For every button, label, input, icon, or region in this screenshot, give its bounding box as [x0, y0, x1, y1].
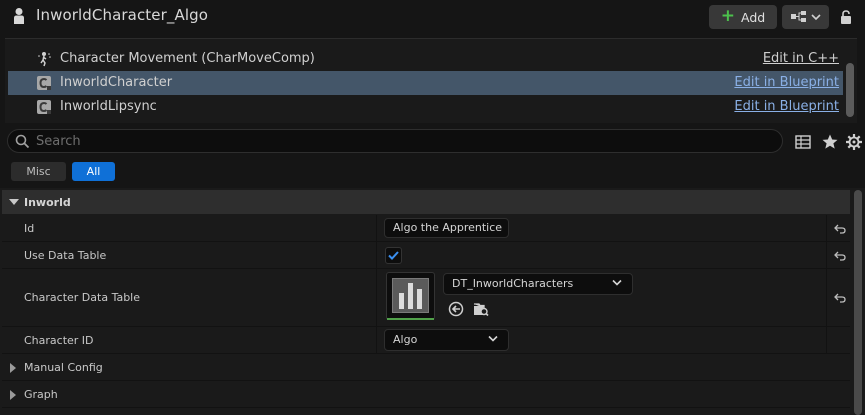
collapsed-arrow-icon — [10, 390, 16, 400]
section-graph[interactable]: Graph — [2, 381, 850, 408]
component-label: InworldLipsync — [60, 99, 157, 114]
edit-in-cpp-link[interactable]: Edit in C++ — [763, 51, 839, 66]
property-name: Character ID — [24, 334, 94, 347]
hierarchy-icon — [790, 11, 806, 22]
section-label: Graph — [24, 388, 58, 401]
window-title: InworldCharacter_Algo — [36, 6, 209, 24]
search-input[interactable] — [36, 133, 736, 149]
reset-to-default-icon[interactable] — [834, 251, 846, 261]
property-row-character-data-table: Character Data Table DT_InworldCharacter… — [2, 269, 850, 327]
data-table-asset-icon — [392, 278, 429, 313]
hierarchy-options-button[interactable] — [782, 5, 829, 29]
character-movement-icon — [38, 52, 51, 67]
property-row-id: Id Algo the Apprentice — [2, 215, 850, 242]
data-table-asset-picker[interactable]: DT_InworldCharacters — [443, 273, 633, 295]
expand-arrow-icon — [9, 199, 19, 205]
chevron-down-icon — [488, 335, 498, 342]
bar-graph-icon — [399, 283, 422, 309]
title-bar: InworldCharacter_Algo + Add — [0, 0, 865, 33]
favorites-star-icon[interactable] — [821, 133, 839, 151]
property-row-character-id: Character ID Algo — [2, 327, 850, 354]
section-manual-config[interactable]: Manual Config — [2, 354, 850, 381]
column-divider — [826, 269, 827, 326]
id-text-field[interactable]: Algo the Apprentice — [384, 218, 509, 238]
component-label: InworldCharacter — [60, 75, 173, 90]
search-icon — [15, 134, 30, 149]
components-scrollbar[interactable] — [846, 63, 854, 117]
category-label: Inworld — [24, 196, 71, 209]
selected-character-id: Algo — [393, 333, 418, 346]
property-name: Id — [24, 222, 35, 235]
use-data-table-checkbox[interactable] — [385, 247, 402, 264]
asset-type-color-bar — [387, 318, 434, 320]
class-c-icon — [37, 100, 51, 114]
tab-misc[interactable]: Misc — [11, 162, 66, 181]
components-panel: Character Movement (CharMoveComp) Edit i… — [5, 38, 857, 123]
section-label: Manual Config — [24, 361, 103, 374]
edit-in-blueprint-link[interactable]: Edit in Blueprint — [734, 99, 839, 114]
reset-to-default-icon[interactable] — [834, 224, 846, 234]
tab-all[interactable]: All — [72, 162, 115, 181]
data-table-thumbnail[interactable] — [386, 272, 435, 320]
component-row-character-movement[interactable]: Character Movement (CharMoveComp) Edit i… — [8, 47, 843, 71]
property-row-use-data-table: Use Data Table — [2, 242, 850, 269]
checkmark-icon — [388, 251, 399, 260]
add-button-label: Add — [741, 9, 766, 25]
settings-gear-icon[interactable] — [845, 133, 863, 151]
chevron-down-icon — [810, 14, 821, 21]
column-divider — [376, 242, 377, 268]
pawn-icon — [14, 8, 24, 24]
component-row-inworld-lipsync[interactable]: InworldLipsync Edit in Blueprint — [8, 95, 843, 119]
chevron-down-icon — [612, 279, 622, 286]
property-name: Character Data Table — [24, 291, 141, 304]
column-divider — [376, 215, 377, 241]
class-c-icon — [37, 76, 51, 90]
property-name: Use Data Table — [24, 249, 107, 262]
unlock-icon — [841, 9, 851, 24]
column-divider — [826, 215, 827, 241]
collapsed-arrow-icon — [10, 363, 16, 373]
details-scrollbar[interactable] — [854, 190, 862, 415]
details-panel: Inworld Id Algo the Apprentice Use Data … — [0, 188, 865, 415]
category-header-inworld[interactable]: Inworld — [2, 190, 850, 214]
column-divider — [826, 242, 827, 268]
column-divider — [376, 269, 377, 326]
lock-button[interactable] — [835, 5, 857, 29]
plus-icon: + — [720, 5, 736, 26]
add-component-button[interactable]: + Add — [709, 5, 777, 29]
character-id-dropdown[interactable]: Algo — [384, 329, 509, 351]
edit-in-blueprint-link[interactable]: Edit in Blueprint — [734, 75, 839, 90]
component-row-inworld-character[interactable]: InworldCharacter Edit in Blueprint — [8, 71, 843, 95]
selected-asset-label: DT_InworldCharacters — [452, 277, 574, 290]
use-selected-asset-icon[interactable] — [448, 301, 464, 317]
details-search-box[interactable] — [7, 129, 783, 153]
component-label: Character Movement (CharMoveComp) — [60, 51, 315, 66]
column-divider — [826, 327, 827, 353]
column-divider — [376, 327, 377, 353]
table-view-icon[interactable] — [794, 133, 812, 151]
browse-to-asset-icon[interactable] — [473, 301, 489, 317]
reset-to-default-icon[interactable] — [834, 293, 846, 303]
